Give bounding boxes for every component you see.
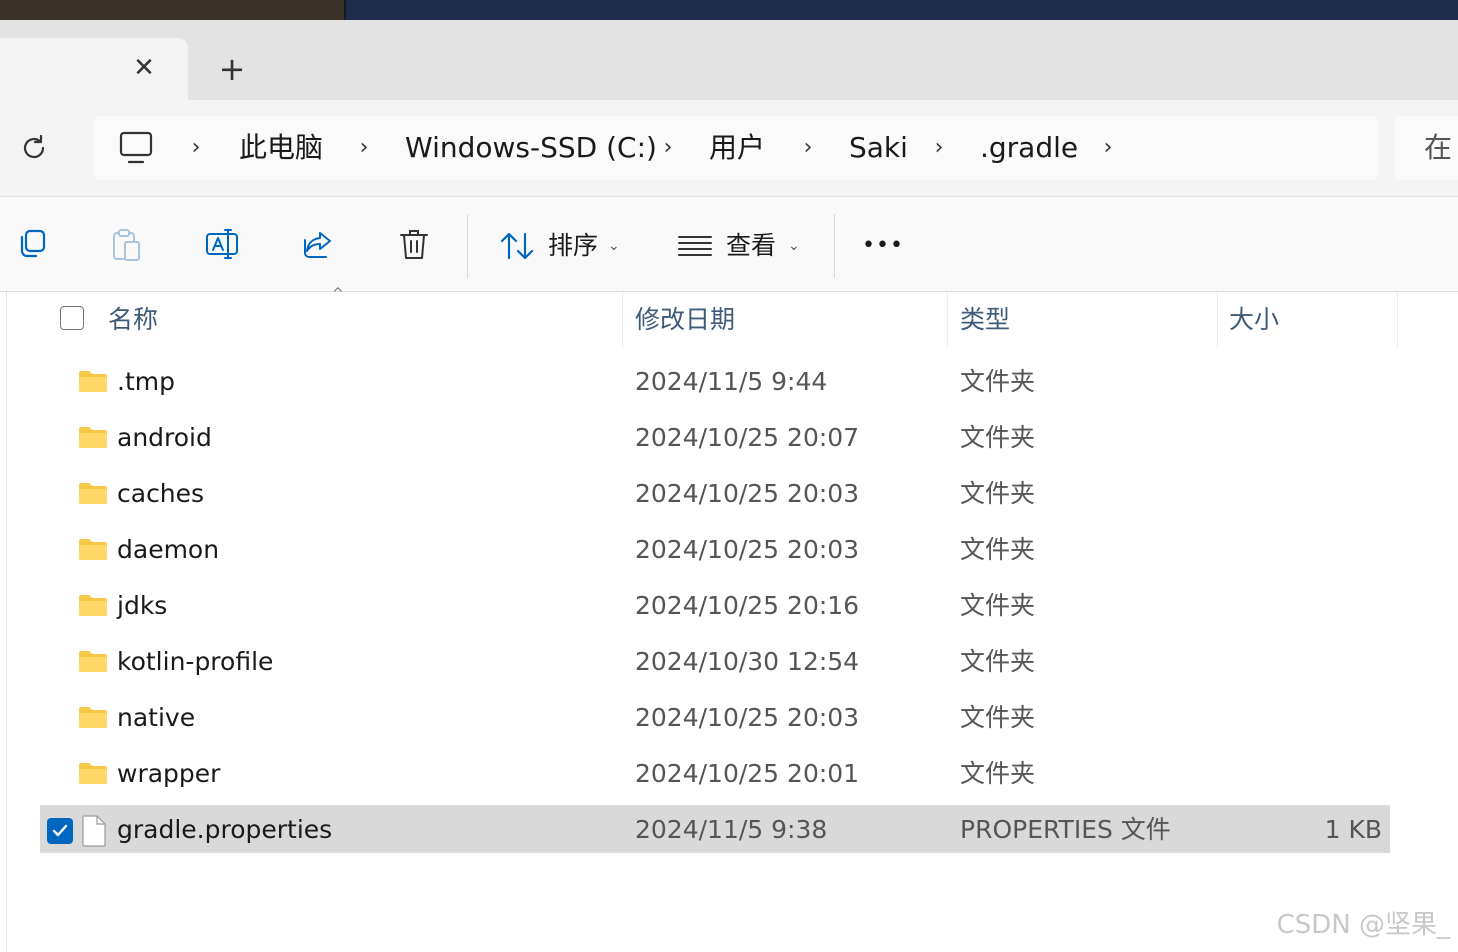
pane-divider — [6, 292, 7, 952]
modified-date: 2024/11/5 9:38 — [635, 815, 828, 844]
tab-close-button[interactable]: ✕ — [128, 52, 160, 84]
column-divider[interactable] — [947, 292, 948, 348]
modified-date: 2024/11/5 9:44 — [635, 367, 828, 396]
file-size: 1 KB — [1324, 815, 1382, 844]
background-window-strip — [0, 0, 344, 20]
modified-date: 2024/10/25 20:07 — [635, 423, 860, 452]
breadcrumb-this-pc[interactable]: 此电脑 — [239, 131, 323, 165]
folder-icon — [78, 594, 108, 616]
folder-icon — [78, 650, 108, 672]
file-type: 文件夹 — [960, 647, 1036, 676]
modified-date: 2024/10/30 12:54 — [635, 647, 860, 676]
background-window-strip-dark — [344, 0, 1458, 20]
select-all-checkbox[interactable] — [60, 306, 84, 330]
column-header-name[interactable]: 名称 — [108, 302, 158, 338]
file-type: 文件夹 — [960, 759, 1036, 788]
modified-date: 2024/10/25 20:01 — [635, 759, 860, 788]
file-icon — [82, 815, 106, 847]
rename-button[interactable] — [204, 226, 240, 262]
breadcrumb-drive[interactable]: Windows-SSD (C:) — [405, 131, 657, 165]
folder-icon — [78, 538, 108, 560]
column-header-size[interactable]: 大小 — [1229, 302, 1279, 338]
chevron-right-icon[interactable]: › — [927, 131, 951, 165]
chevron-right-icon[interactable]: › — [796, 131, 820, 165]
computer-icon — [119, 131, 153, 164]
file-type: PROPERTIES 文件 — [960, 815, 1171, 844]
column-divider[interactable] — [1217, 292, 1218, 348]
view-list-icon — [678, 236, 712, 256]
delete-button[interactable] — [396, 226, 432, 262]
modified-date: 2024/10/25 20:03 — [635, 703, 860, 732]
watermark: CSDN @坚果_ — [1276, 910, 1450, 940]
folder-icon — [78, 706, 108, 728]
column-divider[interactable] — [1397, 292, 1398, 348]
breadcrumb-gradle[interactable]: .gradle — [980, 131, 1078, 165]
breadcrumb-saki[interactable]: Saki — [849, 131, 908, 165]
copy-icon — [20, 229, 46, 258]
chevron-right-icon[interactable]: › — [352, 131, 376, 165]
folder-icon — [78, 762, 108, 784]
copy-button[interactable] — [14, 226, 50, 262]
sort-label: 排序 — [548, 231, 599, 260]
refresh-button[interactable] — [16, 130, 52, 166]
file-type: 文件夹 — [960, 423, 1036, 452]
file-name: jdks — [117, 591, 168, 620]
share-icon — [304, 232, 331, 258]
file-name: kotlin-profile — [117, 647, 274, 676]
sort-ascending-icon: ^ — [332, 286, 344, 302]
file-name: daemon — [117, 535, 220, 564]
rename-icon — [206, 229, 238, 259]
file-name: gradle.properties — [117, 815, 333, 844]
paste-icon — [113, 229, 140, 261]
chevron-right-icon[interactable]: › — [184, 131, 208, 165]
refresh-icon — [23, 134, 45, 159]
modified-date: 2024/10/25 20:03 — [635, 535, 860, 564]
share-button[interactable] — [300, 226, 336, 262]
file-type: 文件夹 — [960, 479, 1036, 508]
new-tab-button[interactable]: + — [214, 52, 250, 86]
search-placeholder: 在 — [1424, 131, 1453, 164]
more-options-button[interactable]: ••• — [862, 228, 906, 264]
view-label: 查看 — [726, 231, 777, 260]
paste-button[interactable] — [108, 226, 144, 262]
chevron-right-icon[interactable]: › — [656, 131, 680, 165]
toolbar-divider — [467, 214, 468, 278]
file-type: 文件夹 — [960, 703, 1036, 732]
file-name: native — [117, 703, 196, 732]
folder-icon — [78, 426, 108, 448]
sort-icon — [500, 232, 534, 260]
toolbar-divider — [834, 214, 835, 278]
column-header-modified[interactable]: 修改日期 — [635, 302, 735, 338]
column-divider[interactable] — [622, 292, 623, 348]
column-header-type[interactable]: 类型 — [960, 302, 1010, 338]
file-type: 文件夹 — [960, 367, 1036, 396]
this-pc-button[interactable] — [116, 128, 156, 168]
chevron-down-icon: ⌄ — [788, 238, 800, 254]
modified-date: 2024/10/25 20:03 — [635, 479, 860, 508]
chevron-down-icon: ⌄ — [608, 238, 620, 254]
file-name: caches — [117, 479, 205, 508]
file-name: android — [117, 423, 212, 452]
file-type: 文件夹 — [960, 591, 1036, 620]
folder-icon — [78, 482, 108, 504]
breadcrumb-users[interactable]: 用户 — [709, 131, 765, 165]
file-name: .tmp — [117, 367, 175, 396]
folder-icon — [78, 370, 108, 392]
modified-date: 2024/10/25 20:16 — [635, 591, 860, 620]
file-name: wrapper — [117, 759, 221, 788]
trash-icon — [400, 230, 428, 259]
row-checkbox[interactable] — [47, 818, 73, 844]
chevron-right-icon[interactable]: › — [1096, 131, 1120, 165]
file-type: 文件夹 — [960, 535, 1036, 564]
